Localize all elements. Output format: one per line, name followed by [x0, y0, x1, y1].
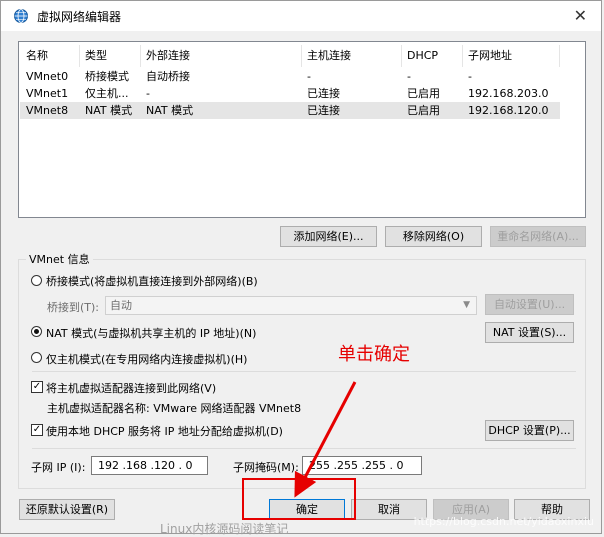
annotation-arrow-icon — [294, 381, 357, 498]
watermark-text: https://blog.csdn.net/yidaoxinxiu — [413, 515, 594, 528]
annotation-highlight-box — [242, 478, 356, 520]
